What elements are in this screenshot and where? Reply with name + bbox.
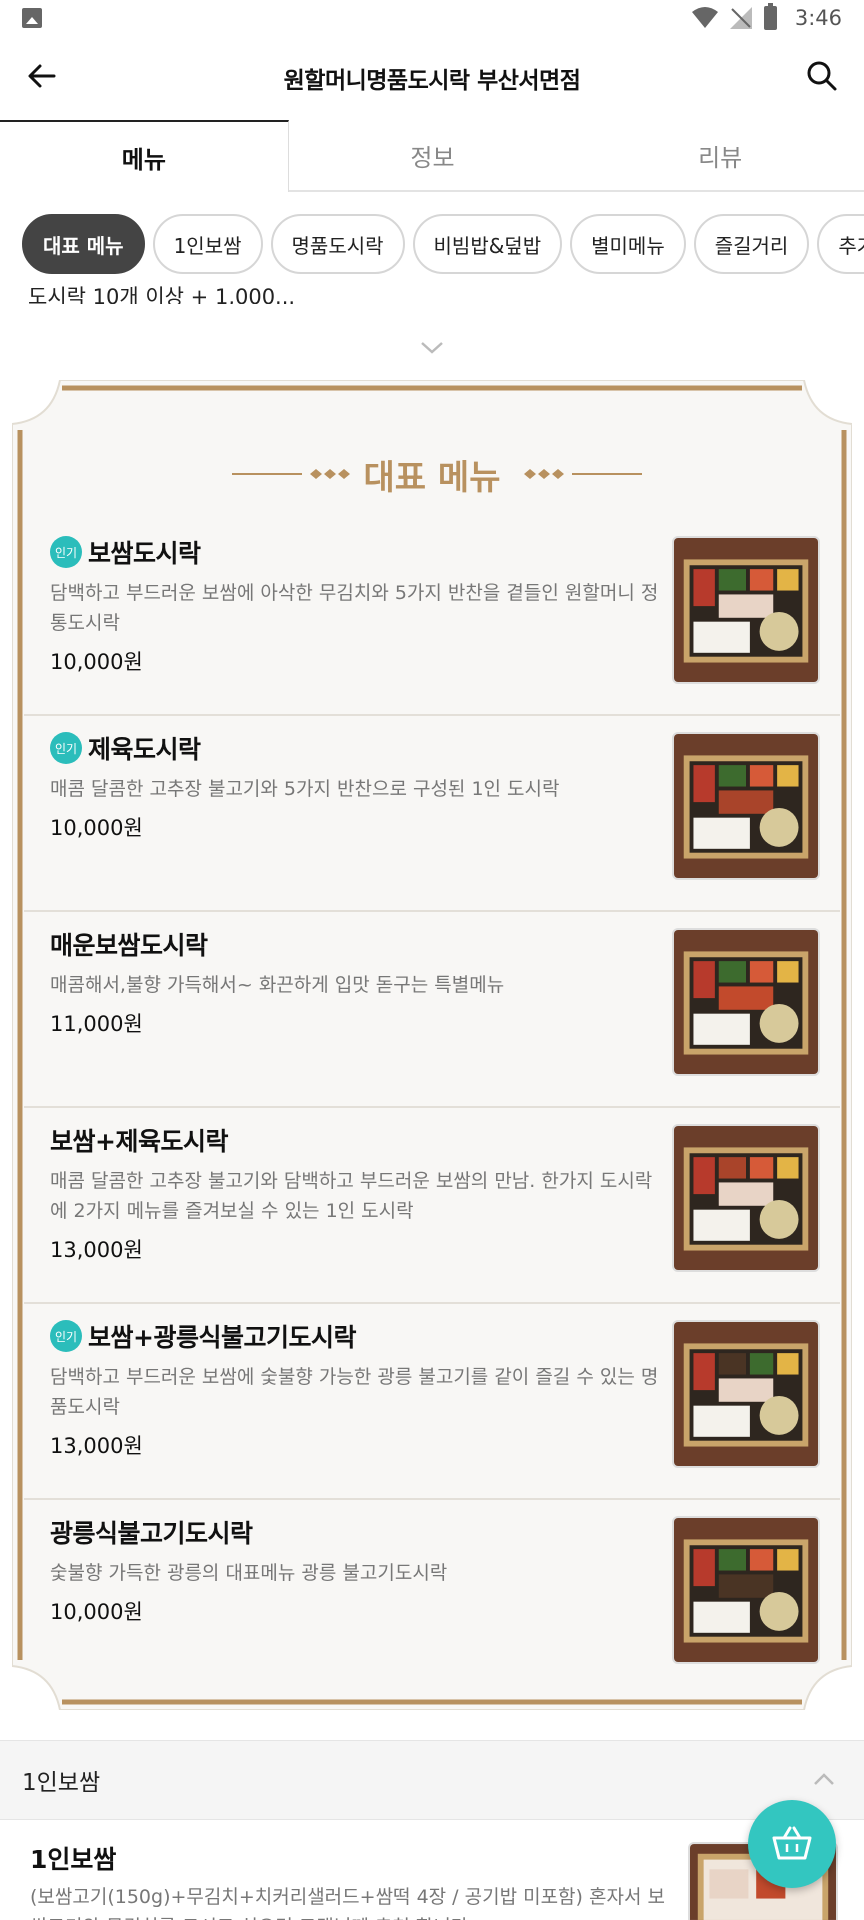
- menu-item-name-row: 인기 제육도시락: [50, 728, 670, 768]
- tab-info[interactable]: 정보: [289, 120, 577, 190]
- back-arrow-icon[interactable]: [24, 58, 60, 94]
- popular-badge: 인기: [50, 1320, 82, 1352]
- menu-item-text: 인기 제육도시락 매콤 달콤한 고추장 불고기와 5가지 반찬으로 구성된 1인…: [50, 716, 670, 842]
- menu-item-description: 매콤 달콤한 고추장 불고기와 담백하고 부드러운 보쌈의 만남. 한가지 도시…: [50, 1170, 653, 1222]
- menu-item-description: 매콤 달콤한 고추장 불고기와 5가지 반찬으로 구성된 1인 도시락: [50, 778, 560, 800]
- menu-item-price: 10,000원: [50, 816, 143, 840]
- menu-item-bossam-bulgogi-lunchbox[interactable]: 인기 보쌈+광릉식불고기도시락 담백하고 부드러운 보쌈에 숯불향 가능한 광릉…: [24, 1304, 840, 1500]
- lunchbox-photo: [672, 1516, 820, 1664]
- ornament-right-icon: [524, 469, 642, 479]
- chevron-up-icon[interactable]: [812, 1771, 836, 1787]
- lunchbox-photo: [672, 928, 820, 1076]
- store-title: 원할머니명품도시락 부산서면점: [283, 68, 581, 94]
- status-time: 3:46: [794, 6, 842, 30]
- menu-item-name: 1인보쌈: [30, 1845, 117, 1874]
- menu-item-text: 인기 보쌈+광릉식불고기도시락 담백하고 부드러운 보쌈에 숯불향 가능한 광릉…: [50, 1304, 670, 1460]
- search-icon[interactable]: [804, 58, 840, 94]
- menu-item-description: (보쌈고기(150g)+무김치+치커리샐러드+쌈떡 4장 / 공기밥 미포함) …: [30, 1886, 665, 1920]
- menu-item-spicy-bossam-lunchbox[interactable]: 매운보쌈도시락 매콤해서,불향 가득해서~ 화끈하게 입맛 돋구는 특별메뉴 1…: [24, 912, 840, 1108]
- menu-item-description: 숯불향 가득한 광릉의 대표메뉴 광릉 불고기도시락: [50, 1562, 448, 1584]
- menu-item-description: 담백하고 부드러운 보쌈에 숯불향 가능한 광릉 불고기를 같이 즐길 수 있는…: [50, 1366, 659, 1418]
- menu-item-description: 매콤해서,불향 가득해서~ 화끈하게 입맛 돋구는 특별메뉴: [50, 974, 505, 996]
- section-title: 대표 메뉴: [363, 458, 501, 498]
- lunchbox-photo: [672, 1124, 820, 1272]
- popular-badge: 인기: [50, 732, 82, 764]
- wifi-icon: [691, 7, 718, 28]
- signature-menu-section: 대표 메뉴 인기 보쌈도시락 담백하고 부드러운 보쌈에 아삭한 무김치와 5가…: [12, 380, 852, 1710]
- menu-item-name-row: 인기 보쌈도시락: [50, 532, 670, 572]
- menu-item-name: 제육도시락: [88, 735, 201, 764]
- menu-item-text: 인기 보쌈도시락 담백하고 부드러운 보쌈에 아삭한 무김치와 5가지 반찬을 …: [50, 520, 670, 676]
- menu-item-name: 광릉식불고기도시락: [50, 1519, 253, 1548]
- chip-bibimbap[interactable]: 비빔밥&덮밥: [412, 214, 563, 274]
- menu-item-jeyuk-lunchbox[interactable]: 인기 제육도시락 매콤 달콤한 고추장 불고기와 5가지 반찬으로 구성된 1인…: [24, 716, 840, 912]
- menu-item-text: 매운보쌈도시락 매콤해서,불향 가득해서~ 화끈하게 입맛 돋구는 특별메뉴 1…: [50, 912, 670, 1038]
- popular-badge: 인기: [50, 536, 82, 568]
- menu-item-bossam-jeyuk-lunchbox[interactable]: 보쌈+제육도시락 매콤 달콤한 고추장 불고기와 담백하고 부드러운 보쌈의 만…: [24, 1108, 840, 1304]
- status-bar: 3:46: [0, 0, 864, 36]
- lunchbox-photo: [672, 732, 820, 880]
- menu-item-price: 10,000원: [50, 1600, 143, 1624]
- chip-premium-lunchbox[interactable]: 명품도시락: [270, 214, 405, 274]
- menu-item-name: 보쌈도시락: [88, 539, 201, 568]
- app-header: 원할머니명품도시락 부산서면점: [0, 36, 864, 120]
- status-icons: 3:46: [691, 3, 842, 30]
- menu-item-price: 10,000원: [50, 650, 143, 674]
- image-notification-icon: [22, 8, 42, 28]
- menu-item-text: 보쌈+제육도시락 매콤 달콤한 고추장 불고기와 담백하고 부드러운 보쌈의 만…: [50, 1108, 670, 1264]
- lunchbox-photo: [672, 1320, 820, 1468]
- menu-item-bulgogi-lunchbox[interactable]: 광릉식불고기도시락 숯불향 가득한 광릉의 대표메뉴 광릉 불고기도시락 10,…: [24, 1500, 840, 1696]
- menu-item-bossam-lunchbox[interactable]: 인기 보쌈도시락 담백하고 부드러운 보쌈에 아삭한 무김치와 5가지 반찬을 …: [24, 520, 840, 716]
- signal-off-icon: [729, 7, 752, 29]
- menu-item-single-bossam[interactable]: 1인보쌈 (보쌈고기(150g)+무김치+치커리샐러드+쌈떡 4장 / 공기밥 …: [0, 1820, 864, 1920]
- chip-signature-menu[interactable]: 대표 메뉴: [22, 214, 145, 274]
- battery-icon: [763, 3, 777, 30]
- menu-item-text: 광릉식불고기도시락 숯불향 가득한 광릉의 대표메뉴 광릉 불고기도시락 10,…: [50, 1500, 670, 1626]
- menu-item-name-row: 매운보쌈도시락: [50, 924, 670, 964]
- menu-item-name: 보쌈+제육도시락: [50, 1127, 228, 1156]
- menu-item-description: 담백하고 부드러운 보쌈에 아삭한 무김치와 5가지 반찬을 곁들인 원할머니 …: [50, 582, 659, 634]
- section-header-single-bossam[interactable]: 1인보쌈: [0, 1740, 864, 1820]
- menu-item-name: 보쌈+광릉식불고기도시락: [88, 1323, 356, 1352]
- menu-item-price: 13,000원: [50, 1434, 143, 1458]
- cart-button[interactable]: [748, 1800, 836, 1888]
- store-notice: 도시락 10개 이상 + 1,000...: [28, 285, 296, 304]
- menu-item-price: 11,000원: [50, 1012, 143, 1036]
- menu-item-name-row: 보쌈+제육도시락: [50, 1120, 670, 1160]
- tab-menu[interactable]: 메뉴: [0, 120, 289, 192]
- section-header-label: 1인보쌈: [22, 1770, 101, 1796]
- chip-extras[interactable]: 즐길거리: [693, 214, 810, 274]
- menu-item-name-row: 광릉식불고기도시락: [50, 1512, 670, 1552]
- chip-single-bossam[interactable]: 1인보쌈: [152, 214, 263, 274]
- menu-list: 인기 보쌈도시락 담백하고 부드러운 보쌈에 아삭한 무김치와 5가지 반찬을 …: [24, 520, 840, 1696]
- tab-review[interactable]: 리뷰: [576, 120, 864, 190]
- menu-item-name-row: 인기 보쌈+광릉식불고기도시락: [50, 1316, 670, 1356]
- chip-special-menu[interactable]: 별미메뉴: [570, 214, 686, 274]
- tab-bar: 메뉴 정보 리뷰: [0, 120, 864, 192]
- menu-item-name: 매운보쌈도시락: [50, 931, 208, 960]
- category-chips: 대표 메뉴 1인보쌈 명품도시락 비빔밥&덮밥 별미메뉴 즐길거리 추가: [22, 214, 864, 276]
- menu-item-price: 13,000원: [50, 1238, 143, 1262]
- chevron-down-icon[interactable]: [418, 338, 446, 356]
- cart-basket-icon: [772, 1826, 812, 1860]
- lunchbox-photo: [672, 536, 820, 684]
- chip-additional[interactable]: 추가: [817, 214, 864, 274]
